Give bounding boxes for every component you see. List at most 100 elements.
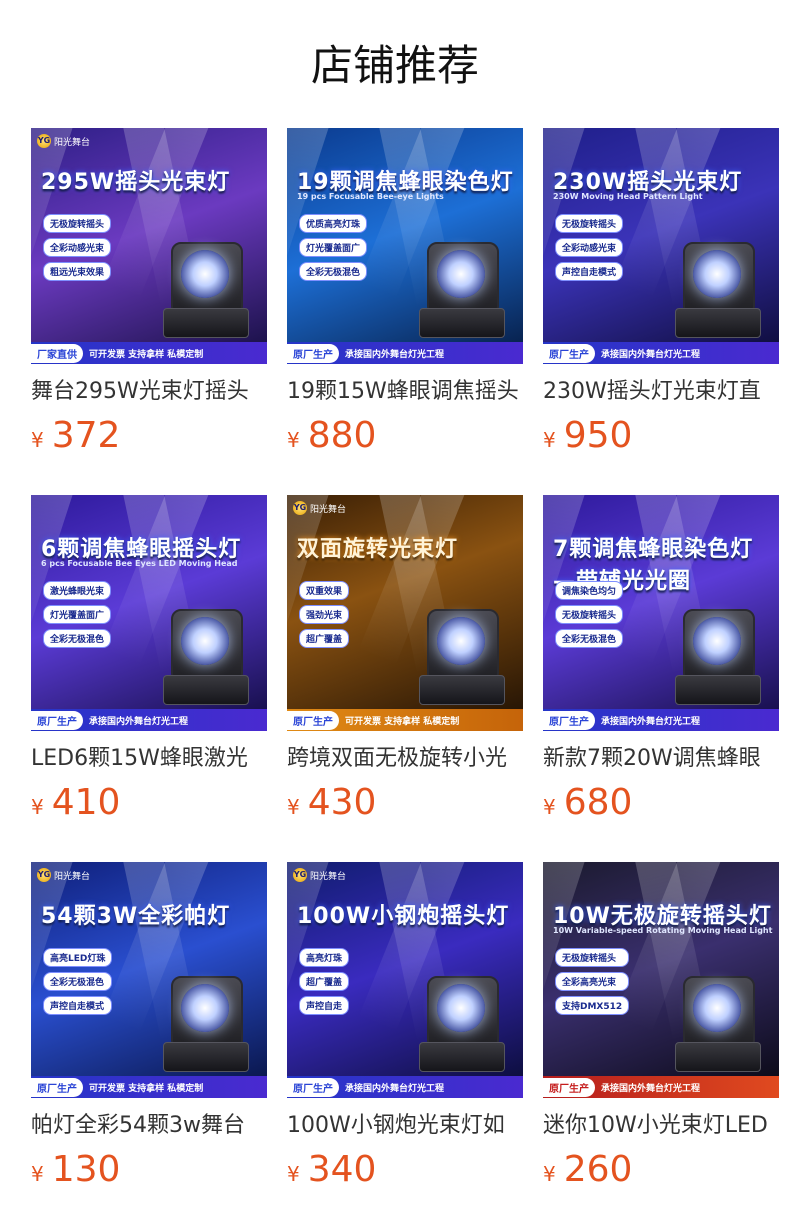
fixture-base (419, 675, 505, 705)
feature-tag: 全彩无极混色 (43, 972, 113, 991)
image-subline: 10W Variable-speed Rotating Moving Head … (553, 926, 773, 935)
product-price: ¥880 (287, 414, 523, 458)
price-value: 340 (307, 1149, 377, 1190)
factory-badge: 厂家直供 (31, 343, 83, 363)
product-card[interactable]: YG 阳光舞台 100W小钢炮摇头灯 高亮灯珠 超广覆盖 声控自走 原厂生产 承接国内外舞台灯… (287, 862, 523, 1192)
brand-name: 阳光舞台 (310, 504, 347, 515)
product-card[interactable]: 230W摇头光束灯 230W Moving Head Pattern Light 无… (543, 128, 779, 458)
product-name[interactable]: 舞台295W光束灯摇头 (31, 376, 267, 408)
image-subline: 6 pcs Focusable Bee Eyes LED Moving Head (41, 559, 238, 568)
product-name[interactable]: 230W摇头灯光束灯直 (543, 376, 779, 408)
fixture-lens (693, 984, 741, 1032)
image-subline: 230W Moving Head Pattern Light (553, 192, 703, 201)
feature-tag: 声控自走模式 (43, 996, 113, 1015)
feature-tag: 全彩动感光束 (555, 238, 624, 257)
product-card[interactable]: 10W无极旋转摇头灯 10W Variable-speed Rotating Mo… (543, 862, 779, 1192)
product-image[interactable]: 230W摇头光束灯 230W Moving Head Pattern Light 无… (543, 128, 779, 364)
fixture-base (675, 308, 761, 338)
product-image[interactable]: 10W无极旋转摇头灯 10W Variable-speed Rotating Mo… (543, 862, 779, 1098)
factory-badge: 原厂生产 (543, 1077, 595, 1097)
fixture-base (163, 675, 249, 705)
feature-tag: 声控自走 (299, 996, 350, 1015)
product-name[interactable]: 迷你10W小光束灯LED (543, 1110, 779, 1142)
product-card[interactable]: YG 阳光舞台 双面旋转光束灯 双重效果 强劲光束 超广覆盖 原厂生产 可开发票 支持拿样 私… (287, 495, 523, 825)
product-price: ¥950 (543, 414, 779, 458)
feature-list: 优质高亮灯珠 灯光覆盖面广 全彩无极混色 (299, 214, 368, 281)
image-slogan: 承接国内外舞台灯光工程 (601, 1083, 701, 1094)
brand-logo: YG 阳光舞台 (293, 501, 346, 515)
product-name[interactable]: 19颗15W蜂眼调焦摇头 (287, 376, 523, 408)
product-card[interactable]: YG 阳光舞台 54颗3W全彩帕灯 高亮LED灯珠 全彩无极混色 声控自走模式 原厂生产 可开… (31, 862, 267, 1192)
image-headline: 54颗3W全彩帕灯 (41, 904, 231, 929)
product-image[interactable]: YG 阳光舞台 双面旋转光束灯 双重效果 强劲光束 超广覆盖 原厂生产 可开发票 支持拿样 私… (287, 495, 523, 731)
price-value: 950 (563, 415, 633, 456)
product-name[interactable]: 100W小钢炮光束灯如 (287, 1110, 523, 1142)
image-headline: 100W小钢炮摇头灯 (297, 904, 510, 929)
image-slogan: 可开发票 支持拿样 私模定制 (89, 1083, 204, 1094)
image-footer-banner: 原厂生产 承接国内外舞台灯光工程 (543, 342, 779, 364)
moving-head-light-illustration (675, 595, 761, 705)
feature-tag: 优质高亮灯珠 (299, 214, 368, 233)
factory-badge: 原厂生产 (287, 343, 339, 363)
fixture-base (163, 1042, 249, 1072)
image-slogan: 承接国内外舞台灯光工程 (89, 716, 189, 727)
price-value: 372 (51, 415, 121, 456)
product-price: ¥680 (543, 781, 779, 825)
feature-tag: 超广覆盖 (299, 972, 350, 991)
product-name[interactable]: LED6颗15W蜂眼激光 (31, 743, 267, 775)
moving-head-light-illustration (419, 595, 505, 705)
product-card[interactable]: 19颗调焦蜂眼染色灯 19 pcs Focusable Bee-eye Light… (287, 128, 523, 458)
feature-tag: 双重效果 (299, 581, 350, 600)
factory-badge: 原厂生产 (543, 710, 595, 730)
feature-tag: 无极旋转摇头 (555, 214, 624, 233)
moving-head-light-illustration (675, 962, 761, 1072)
feature-tag: 全彩高亮光束 (555, 972, 630, 991)
feature-list: 无极旋转摇头 全彩动感光束 声控自走模式 (555, 214, 624, 281)
factory-badge: 原厂生产 (287, 710, 339, 730)
fixture-lens (181, 984, 229, 1032)
product-image[interactable]: YG 阳光舞台 54颗3W全彩帕灯 高亮LED灯珠 全彩无极混色 声控自走模式 原厂生产 可开… (31, 862, 267, 1098)
feature-tag: 声控自走模式 (555, 262, 624, 281)
feature-tag: 无极旋转摇头 (555, 605, 624, 624)
feature-tag: 高亮灯珠 (299, 948, 350, 967)
image-footer-banner: 原厂生产 承接国内外舞台灯光工程 (543, 709, 779, 731)
product-image[interactable]: YG 阳光舞台 295W摇头光束灯 无极旋转摇头 全彩动感光束 粗远光束效果 厂家直供 可开发… (31, 128, 267, 364)
product-card[interactable]: YG 阳光舞台 295W摇头光束灯 无极旋转摇头 全彩动感光束 粗远光束效果 厂家直供 可开发… (31, 128, 267, 458)
product-image[interactable]: 6颗调焦蜂眼摇头灯 6 pcs Focusable Bee Eyes LED Mo… (31, 495, 267, 731)
feature-tag: 全彩动感光束 (43, 238, 112, 257)
fixture-lens (181, 617, 229, 665)
image-slogan: 承接国内外舞台灯光工程 (345, 349, 445, 360)
moving-head-light-illustration (163, 962, 249, 1072)
factory-badge: 原厂生产 (543, 343, 595, 363)
feature-tag: 全彩无极混色 (555, 629, 624, 648)
currency-symbol: ¥ (287, 795, 300, 819)
brand-logo: YG 阳光舞台 (37, 868, 90, 882)
product-name[interactable]: 新款7颗20W调焦蜂眼 (543, 743, 779, 775)
product-name[interactable]: 跨境双面无极旋转小光 (287, 743, 523, 775)
product-image[interactable]: YG 阳光舞台 100W小钢炮摇头灯 高亮灯珠 超广覆盖 声控自走 原厂生产 承接国内外舞台灯… (287, 862, 523, 1098)
price-value: 880 (307, 415, 377, 456)
product-name[interactable]: 帕灯全彩54颗3w舞台 (31, 1110, 267, 1142)
feature-list: 无极旋转摇头 全彩动感光束 粗远光束效果 (43, 214, 112, 281)
price-value: 430 (307, 782, 377, 823)
moving-head-light-illustration (675, 228, 761, 338)
feature-tag: 超广覆盖 (299, 629, 350, 648)
brand-mark-icon: YG (37, 868, 51, 882)
product-image[interactable]: 7颗调焦蜂眼染色灯 —带辅光光圈 调焦染色均匀 无极旋转摇头 全彩无极混色 原厂生产 承接… (543, 495, 779, 731)
product-card[interactable]: 7颗调焦蜂眼染色灯 —带辅光光圈 调焦染色均匀 无极旋转摇头 全彩无极混色 原厂生产 承接… (543, 495, 779, 825)
feature-tag: 灯光覆盖面广 (43, 605, 112, 624)
price-value: 130 (51, 1149, 121, 1190)
brand-mark-icon: YG (293, 501, 307, 515)
feature-tag: 高亮LED灯珠 (43, 948, 113, 967)
currency-symbol: ¥ (543, 428, 556, 452)
product-card[interactable]: 6颗调焦蜂眼摇头灯 6 pcs Focusable Bee Eyes LED Mo… (31, 495, 267, 825)
feature-tag: 全彩无极混色 (299, 262, 368, 281)
product-image[interactable]: 19颗调焦蜂眼染色灯 19 pcs Focusable Bee-eye Light… (287, 128, 523, 364)
feature-tag: 无极旋转摇头 (555, 948, 630, 967)
image-slogan: 承接国内外舞台灯光工程 (601, 349, 701, 360)
currency-symbol: ¥ (543, 795, 556, 819)
product-price: ¥410 (31, 781, 267, 825)
moving-head-light-illustration (419, 962, 505, 1072)
image-footer-banner: 厂家直供 可开发票 支持拿样 私模定制 (31, 342, 267, 364)
fixture-lens (693, 617, 741, 665)
